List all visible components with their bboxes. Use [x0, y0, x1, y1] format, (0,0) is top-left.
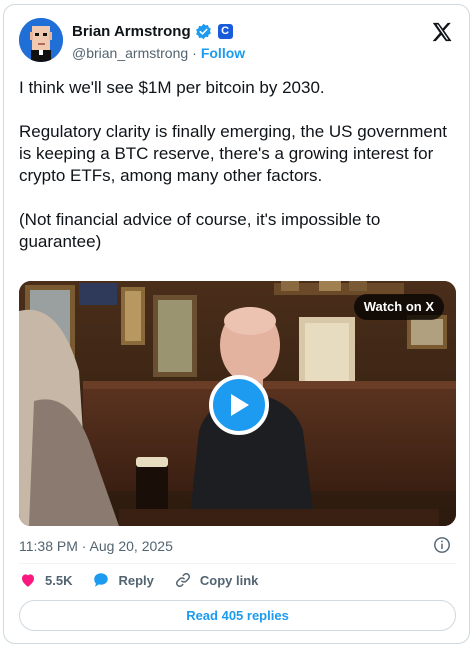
- heart-icon: [22, 574, 34, 587]
- tweet-text: I think we'll see $1M per bitcoin by 203…: [19, 77, 459, 275]
- tweet-paragraph: I think we'll see $1M per bitcoin by 203…: [19, 78, 325, 97]
- watch-on-x-badge[interactable]: Watch on X: [353, 294, 444, 320]
- play-button[interactable]: [209, 375, 269, 435]
- pixel-avatar-icon: [19, 18, 63, 62]
- x-logo-icon[interactable]: [431, 21, 453, 43]
- tweet-actions: 5.5K Reply Copy link: [19, 571, 278, 589]
- video-player[interactable]: Watch on X: [19, 281, 456, 526]
- tweet-card: Brian Armstrong C @brian_armstrong · Fol…: [3, 4, 470, 644]
- author-handle-row: @brian_armstrong · Follow: [72, 45, 245, 61]
- author-handle[interactable]: @brian_armstrong: [72, 45, 188, 61]
- avatar[interactable]: [19, 18, 63, 62]
- like-button[interactable]: 5.5K: [19, 571, 72, 589]
- tweet-paragraph: Regulatory clarity is finally emerging, …: [19, 122, 448, 185]
- follow-button[interactable]: Follow: [201, 45, 245, 61]
- like-count: 5.5K: [45, 572, 73, 588]
- author-name[interactable]: Brian Armstrong: [72, 23, 191, 40]
- reply-bubble-icon: [94, 573, 109, 587]
- copy-link-label: Copy link: [199, 572, 259, 588]
- info-icon[interactable]: [433, 536, 451, 554]
- tweet-paragraph: (Not financial advice of course, it's im…: [19, 210, 381, 251]
- tweet-timestamp[interactable]: 11:38 PM · Aug 20, 2025: [19, 538, 173, 554]
- divider: [19, 563, 456, 564]
- handle-separator: ·: [192, 45, 197, 61]
- affiliate-badge[interactable]: C: [217, 24, 233, 39]
- link-icon: [175, 572, 190, 588]
- copy-link-button[interactable]: Copy link: [174, 571, 259, 589]
- author-name-row: Brian Armstrong C: [72, 23, 233, 40]
- read-replies-button[interactable]: Read 405 replies: [19, 600, 456, 631]
- play-icon: [231, 394, 249, 416]
- reply-label: Reply: [118, 572, 154, 588]
- verified-badge-icon: [195, 23, 211, 40]
- reply-button[interactable]: Reply: [92, 571, 154, 589]
